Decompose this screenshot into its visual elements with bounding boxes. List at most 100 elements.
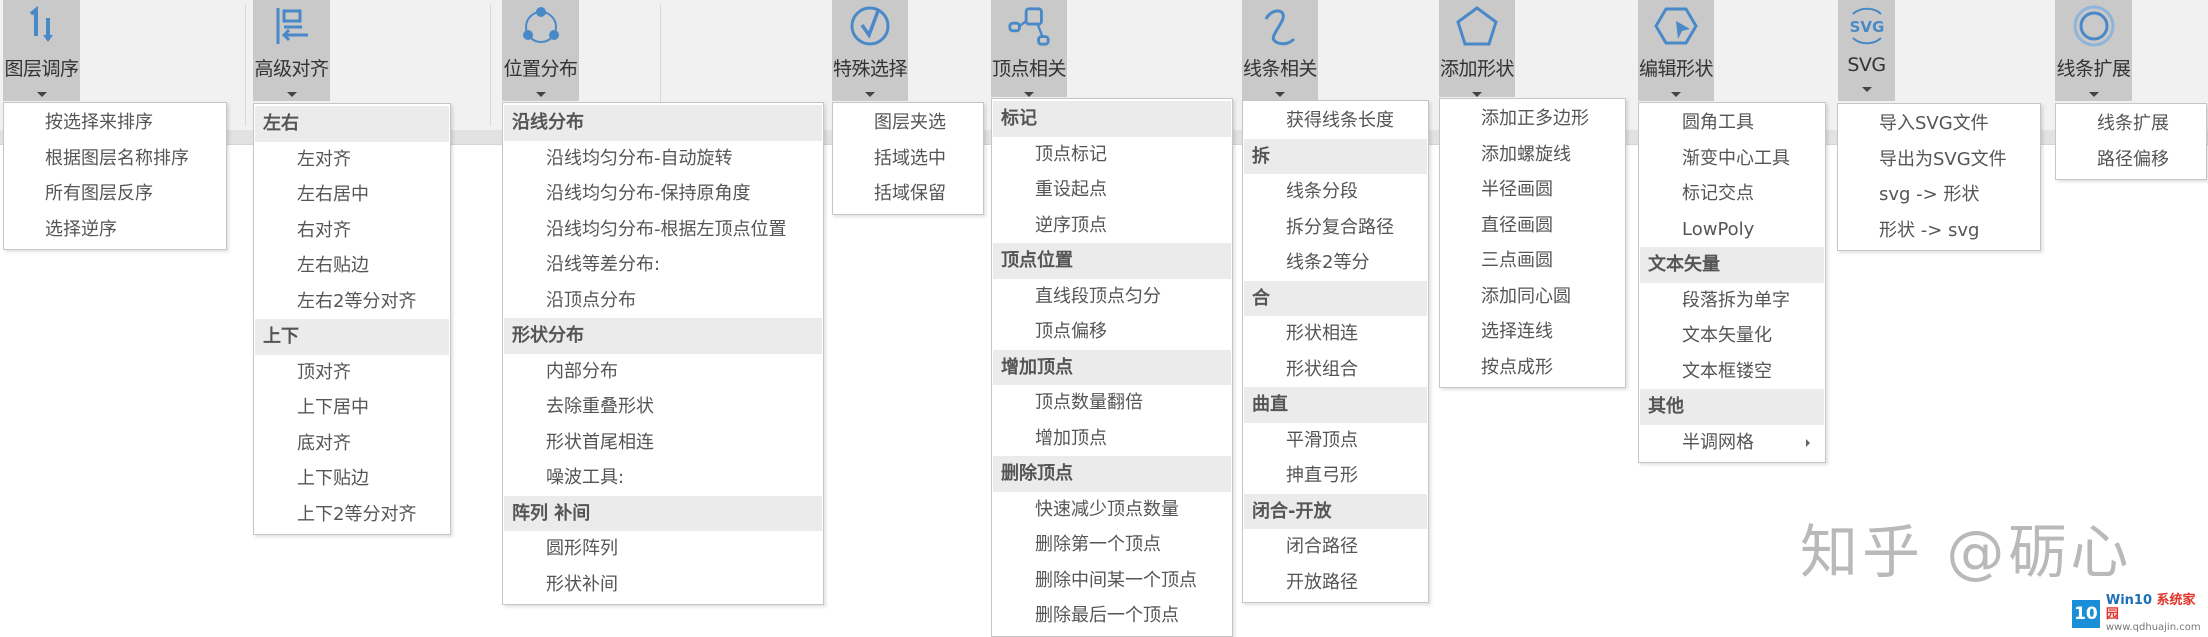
menu-svg: 导入SVG文件 导出为SVG文件 svg -> 形状 形状 -> svg <box>1837 103 2041 251</box>
menu-item[interactable]: 内部分布 <box>504 354 822 390</box>
menu-item[interactable]: 删除第一个顶点 <box>993 527 1231 563</box>
ribbon-button-position-distribution[interactable]: 位置分布 <box>502 0 579 101</box>
menu-item[interactable]: 右对齐 <box>255 213 449 249</box>
menu-item[interactable]: 文本框镂空 <box>1640 354 1824 390</box>
menu-item[interactable]: 选择连线 <box>1441 314 1624 350</box>
menu-item[interactable]: 增加顶点 <box>993 421 1231 457</box>
menu-item[interactable]: 形状首尾相连 <box>504 425 822 461</box>
menu-item[interactable]: 圆角工具 <box>1640 105 1824 141</box>
menu-item[interactable]: 直径画圆 <box>1441 208 1624 244</box>
menu-item[interactable]: 抻直弓形 <box>1244 458 1427 494</box>
menu-item[interactable]: 闭合路径 <box>1244 529 1427 565</box>
menu-section-header: 文本矢量 <box>1640 247 1824 283</box>
menu-item[interactable]: 顶对齐 <box>255 355 449 391</box>
menu-item[interactable]: 上下2等分对齐 <box>255 497 449 533</box>
menu-item[interactable]: 顶点偏移 <box>993 314 1231 350</box>
ribbon-button-special-select[interactable]: 特殊选择 <box>832 0 908 101</box>
menu-item[interactable]: 形状组合 <box>1244 352 1427 388</box>
menu-item[interactable]: 导入SVG文件 <box>1839 106 2039 142</box>
menu-item[interactable]: 获得线条长度 <box>1244 103 1427 139</box>
menu-item[interactable]: 线条分段 <box>1244 174 1427 210</box>
menu-item[interactable]: 底对齐 <box>255 426 449 462</box>
menu-item[interactable]: 形状相连 <box>1244 316 1427 352</box>
site-url: www.qdhuajin.com <box>2105 622 2201 633</box>
ribbon-button-svg[interactable]: SVG SVG <box>1838 0 1895 101</box>
menu-item[interactable]: LowPoly <box>1640 212 1824 248</box>
menu-item[interactable]: 顶点数量翻倍 <box>993 385 1231 421</box>
menu-item[interactable]: 线条2等分 <box>1244 245 1427 281</box>
menu-item[interactable]: 选择逆序 <box>5 212 225 248</box>
menu-item[interactable]: 三点画圆 <box>1441 243 1624 279</box>
curve-line-icon <box>1258 4 1302 48</box>
menu-item[interactable]: 圆形阵列 <box>504 531 822 567</box>
menu-item[interactable]: 去除重叠形状 <box>504 389 822 425</box>
menu-item[interactable]: 渐变中心工具 <box>1640 141 1824 177</box>
menu-item[interactable]: 括域保留 <box>834 176 982 212</box>
menu-item[interactable]: 文本矢量化 <box>1640 318 1824 354</box>
ribbon-button-label: 位置分布 <box>503 58 578 80</box>
win10-logo-icon: 10 <box>2072 600 2100 628</box>
menu-item[interactable]: 开放路径 <box>1244 565 1427 601</box>
menu-item[interactable]: 删除最后一个顶点 <box>993 598 1231 634</box>
menu-item[interactable]: 沿线等差分布: <box>504 247 822 283</box>
menu-item[interactable]: 形状补间 <box>504 567 822 603</box>
menu-item[interactable]: 左对齐 <box>255 142 449 178</box>
menu-item[interactable]: 线条扩展 <box>2057 106 2205 142</box>
vertex-nodes-icon <box>1007 4 1051 48</box>
menu-item[interactable]: 重设起点 <box>993 172 1231 208</box>
menu-item[interactable]: 顶点标记 <box>993 137 1231 173</box>
ribbon-button-line-extend[interactable]: 线条扩展 <box>2055 0 2132 101</box>
menu-item[interactable]: 添加螺旋线 <box>1441 137 1624 173</box>
menu-item-halftone-grid[interactable]: 半调网格 <box>1640 425 1824 461</box>
menu-item[interactable]: 根据图层名称排序 <box>5 141 225 177</box>
menu-item[interactable]: 标记交点 <box>1640 176 1824 212</box>
ribbon-button-vertex[interactable]: 顶点相关 <box>991 0 1067 97</box>
menu-item[interactable]: 左右贴边 <box>255 248 449 284</box>
menu-item[interactable]: 按点成形 <box>1441 350 1624 386</box>
menu-item[interactable]: 平滑顶点 <box>1244 423 1427 459</box>
menu-item[interactable]: 段落拆为单字 <box>1640 283 1824 319</box>
menu-item[interactable]: 沿线均匀分布-保持原角度 <box>504 176 822 212</box>
menu-item[interactable]: 删除中间某一个顶点 <box>993 563 1231 599</box>
menu-item[interactable]: 快速减少顶点数量 <box>993 492 1231 528</box>
chevron-down-icon <box>286 92 297 97</box>
menu-item[interactable]: 直线段顶点匀分 <box>993 279 1231 315</box>
menu-item[interactable]: 添加同心圆 <box>1441 279 1624 315</box>
menu-item[interactable]: 按选择来排序 <box>5 105 225 141</box>
menu-section-header: 其他 <box>1640 389 1824 425</box>
menu-item[interactable]: 添加正多边形 <box>1441 101 1624 137</box>
ribbon-button-edit-shape[interactable]: 编辑形状 <box>1638 0 1714 101</box>
menu-section-header: 拆 <box>1244 138 1427 174</box>
ribbon-button-advanced-align[interactable]: 高级对齐 <box>253 0 330 101</box>
menu-item[interactable]: 上下贴边 <box>255 461 449 497</box>
menu-item[interactable]: 拆分复合路径 <box>1244 210 1427 246</box>
chevron-down-icon <box>865 92 875 97</box>
ribbon-separator <box>490 4 491 126</box>
menu-item[interactable]: 形状 -> svg <box>1839 213 2039 249</box>
menu-item[interactable]: 沿线均匀分布-根据左顶点位置 <box>504 212 822 248</box>
menu-line: 获得线条长度 拆 线条分段 拆分复合路径 线条2等分 合 形状相连 形状组合 曲… <box>1242 100 1429 603</box>
menu-item[interactable]: 左右2等分对齐 <box>255 284 449 320</box>
edit-shape-icon <box>1654 4 1698 48</box>
ribbon-button-line[interactable]: 线条相关 <box>1242 0 1318 101</box>
menu-special-select: 图层夹选 括域选中 括域保留 <box>832 102 984 215</box>
menu-item[interactable]: 图层夹选 <box>834 105 982 141</box>
menu-item[interactable]: 沿顶点分布 <box>504 283 822 319</box>
menu-item[interactable]: 路径偏移 <box>2057 142 2205 178</box>
menu-item[interactable]: 所有图层反序 <box>5 176 225 212</box>
menu-item[interactable]: 沿线均匀分布-自动旋转 <box>504 141 822 177</box>
chevron-down-icon <box>1671 92 1681 97</box>
menu-item[interactable]: 括域选中 <box>834 141 982 177</box>
menu-item[interactable]: svg -> 形状 <box>1839 177 2039 213</box>
site-name-a: Win10 <box>2105 593 2157 608</box>
menu-item[interactable]: 逆序顶点 <box>993 208 1231 244</box>
menu-position-distribution: 沿线分布 沿线均匀分布-自动旋转 沿线均匀分布-保持原角度 沿线均匀分布-根据左… <box>502 102 824 605</box>
chevron-down-icon <box>1024 92 1034 97</box>
menu-item[interactable]: 半径画圆 <box>1441 172 1624 208</box>
ribbon-button-add-shape[interactable]: 添加形状 <box>1439 0 1515 97</box>
menu-item[interactable]: 噪波工具: <box>504 460 822 496</box>
menu-item[interactable]: 导出为SVG文件 <box>1839 142 2039 178</box>
ribbon-button-layer-order[interactable]: 图层调序 <box>3 0 80 101</box>
menu-item[interactable]: 左右居中 <box>255 177 449 213</box>
menu-item[interactable]: 上下居中 <box>255 390 449 426</box>
